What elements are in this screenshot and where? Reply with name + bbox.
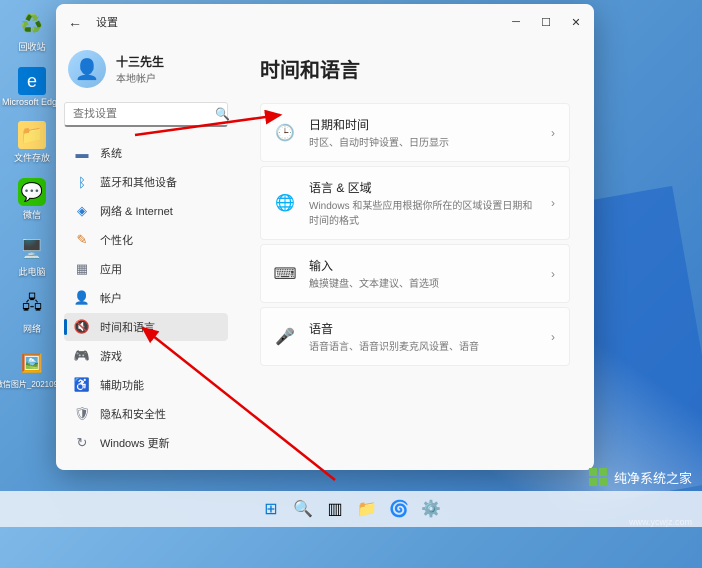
keyboard-icon: ⌨ [275, 264, 295, 284]
taskbar-edge[interactable]: 🌀 [386, 496, 412, 522]
search-icon: 🔍 [215, 107, 230, 121]
shield-icon: 🛡 [74, 406, 90, 422]
sidebar: 👤 十三先生 本地帐户 🔍 ▬系统 ᛒ蓝牙和其他设备 ◈网络 & Interne… [56, 40, 236, 470]
bluetooth-icon: ᛒ [74, 174, 90, 190]
update-icon: ↻ [74, 435, 90, 451]
window-title: 设置 [96, 14, 118, 30]
desktop-icon-network[interactable]: 🖧 网络 [12, 292, 52, 335]
avatar: 👤 [68, 50, 106, 88]
nav-update[interactable]: ↻Windows 更新 [64, 429, 228, 457]
user-name: 十三先生 [116, 53, 164, 70]
taskbar-taskview[interactable]: ▥ [322, 496, 348, 522]
nav-network[interactable]: ◈网络 & Internet [64, 197, 228, 225]
folder-icon: 📁 [18, 121, 46, 149]
page-title: 时间和语言 [260, 54, 570, 83]
nav-list: ▬系统 ᛒ蓝牙和其他设备 ◈网络 & Internet ✎个性化 ▦应用 👤帐户… [64, 139, 228, 457]
taskbar-explorer[interactable]: 📁 [354, 496, 380, 522]
settings-window: ← 设置 ─ ☐ ✕ 👤 十三先生 本地帐户 🔍 [56, 4, 594, 470]
clock-icon: 🔇 [74, 319, 90, 335]
taskbar-settings[interactable]: ⚙️ [418, 496, 444, 522]
nav-gaming[interactable]: 🎮游戏 [64, 342, 228, 370]
start-button[interactable]: ⊞ [258, 496, 284, 522]
image-icon: 🖼️ [18, 349, 46, 377]
paint-icon: ✎ [74, 232, 90, 248]
nav-system[interactable]: ▬系统 [64, 139, 228, 167]
apps-icon: ▦ [74, 261, 90, 277]
computer-icon: 🖥️ [18, 235, 46, 263]
voice-icon: 🎤 [275, 327, 295, 347]
setting-language-region[interactable]: 🌐 语言 & 区域 Windows 和某些应用根据你所在的区域设置日期和时间的格… [260, 166, 570, 240]
desktop-icon-folder[interactable]: 📁 文件存放 [12, 121, 52, 164]
setting-voice[interactable]: 🎤 语音 语音语言、语音识别麦克风设置、语音 › [260, 307, 570, 366]
chevron-right-icon: › [551, 126, 555, 140]
search-input[interactable] [73, 108, 215, 120]
nav-bluetooth[interactable]: ᛒ蓝牙和其他设备 [64, 168, 228, 196]
desktop-icon-image[interactable]: 🖼️ 微信图片_2021091... [12, 349, 52, 390]
nav-personalization[interactable]: ✎个性化 [64, 226, 228, 254]
desktop-icon-recycle[interactable]: ♻️ 回收站 [12, 10, 52, 53]
wifi-icon: ◈ [74, 203, 90, 219]
edge-icon: e [18, 67, 46, 95]
desktop-icon-thispc[interactable]: 🖥️ 此电脑 [12, 235, 52, 278]
language-icon: 🌐 [275, 193, 295, 213]
network-icon: 🖧 [18, 292, 46, 320]
nav-accounts[interactable]: 👤帐户 [64, 284, 228, 312]
system-icon: ▬ [74, 145, 90, 161]
main-content: 时间和语言 🕒 日期和时间 时区、自动时钟设置、日历显示 › 🌐 语言 & 区域… [236, 40, 594, 470]
watermark: 纯净系统之家 [588, 467, 692, 487]
watermark-url: www.ycwjz.com [629, 517, 692, 527]
search-box[interactable]: 🔍 [64, 102, 228, 127]
taskbar: ⊞ 🔍 ▥ 📁 🌀 ⚙️ [0, 491, 702, 527]
titlebar: ← 设置 ─ ☐ ✕ [56, 4, 594, 40]
account-icon: 👤 [74, 290, 90, 306]
nav-time-language[interactable]: 🔇时间和语言 [64, 313, 228, 341]
setting-datetime[interactable]: 🕒 日期和时间 时区、自动时钟设置、日历显示 › [260, 103, 570, 162]
taskbar-search[interactable]: 🔍 [290, 496, 316, 522]
desktop-icon-wechat[interactable]: 💬 微信 [12, 178, 52, 221]
nav-accessibility[interactable]: ♿辅助功能 [64, 371, 228, 399]
accessibility-icon: ♿ [74, 377, 90, 393]
chevron-right-icon: › [551, 196, 555, 210]
watermark-logo-icon [588, 467, 608, 487]
minimize-button[interactable]: ─ [510, 16, 522, 28]
user-section[interactable]: 👤 十三先生 本地帐户 [64, 44, 228, 102]
gaming-icon: 🎮 [74, 348, 90, 364]
desktop-icons: ♻️ 回收站 e Microsoft Edge 📁 文件存放 💬 微信 🖥️ 此… [12, 10, 52, 404]
close-button[interactable]: ✕ [570, 16, 582, 28]
back-button[interactable]: ← [68, 14, 82, 30]
maximize-button[interactable]: ☐ [540, 16, 552, 28]
user-type: 本地帐户 [116, 70, 164, 85]
chevron-right-icon: › [551, 267, 555, 281]
settings-list: 🕒 日期和时间 时区、自动时钟设置、日历显示 › 🌐 语言 & 区域 Windo… [260, 103, 570, 366]
chevron-right-icon: › [551, 330, 555, 344]
setting-input[interactable]: ⌨ 输入 触摸键盘、文本建议、首选项 › [260, 244, 570, 303]
datetime-icon: 🕒 [275, 123, 295, 143]
desktop-icon-edge[interactable]: e Microsoft Edge [12, 67, 52, 107]
recycle-icon: ♻️ [18, 10, 46, 38]
nav-apps[interactable]: ▦应用 [64, 255, 228, 283]
nav-privacy[interactable]: 🛡隐私和安全性 [64, 400, 228, 428]
wechat-icon: 💬 [18, 178, 46, 206]
